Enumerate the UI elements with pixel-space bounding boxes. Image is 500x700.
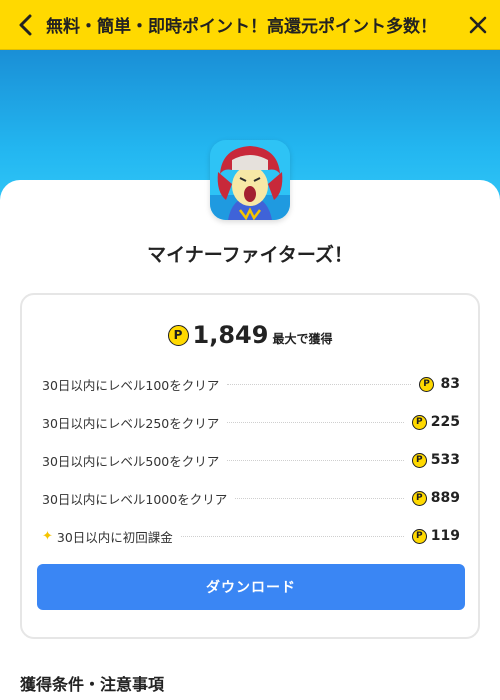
chevron-left-icon [19,14,32,35]
point-coin-icon: P [419,376,434,392]
back-button[interactable] [6,0,46,50]
reward-item: 30日以内にレベル500をクリア P 533 [42,441,460,479]
point-coin-icon: P [411,452,427,468]
download-button[interactable]: ダウンロード [37,564,465,610]
app-icon [210,140,290,220]
point-coin-icon: P [411,414,427,430]
dotted-leader [180,535,404,537]
reward-card: P 1,849 最大で獲得 30日以内にレベル100をクリア P 83 30日以… [20,293,480,639]
reward-item-points: 83 [440,376,460,392]
sparkle-icon: ✦ [42,528,53,544]
point-coin-icon: P [411,528,427,544]
close-button[interactable] [456,0,500,50]
close-icon [469,16,487,33]
reward-item-points: 889 [430,490,460,506]
reward-item: ✦ 30日以内に初回課金 P 119 [42,517,460,555]
reward-item-label: 30日以内にレベル1000をクリア [42,491,228,507]
dotted-leader [227,459,404,461]
conditions-title: 獲得条件・注意事項 [20,675,165,694]
game-character-icon [210,140,290,220]
reward-item-points: 119 [430,528,460,544]
max-points-suffix: 最大で獲得 [272,332,333,346]
max-points: P 1,849 最大で獲得 [22,321,478,349]
app-name: マイナーファイターズ！ [147,244,353,266]
reward-item: 30日以内にレベル100をクリア P 83 [42,365,460,403]
reward-item-label: 30日以内にレベル500をクリア [42,453,220,469]
reward-item: 30日以内にレベル1000をクリア P 889 [42,479,460,517]
header-title: 無料・簡単・即時ポイント！高還元ポイント多数！ [46,17,437,37]
reward-item-points: 225 [430,414,460,430]
dotted-leader [227,421,404,423]
reward-item-label: 30日以内にレベル100をクリア [42,377,220,393]
top-bar: 無料・簡単・即時ポイント！高還元ポイント多数！ [0,0,500,50]
max-points-value: 1,849 [192,321,269,349]
point-coin-icon: P [411,490,427,506]
dotted-leader [235,497,404,499]
reward-item: 30日以内にレベル250をクリア P 225 [42,403,460,441]
dotted-leader [227,383,411,385]
point-coin-icon: P [167,324,189,346]
reward-item-points: 533 [430,452,460,468]
reward-list: 30日以内にレベル100をクリア P 83 30日以内にレベル250をクリア P… [42,365,460,555]
reward-item-label: 30日以内に初回課金 [56,529,173,545]
reward-item-label: 30日以内にレベル250をクリア [42,415,220,431]
